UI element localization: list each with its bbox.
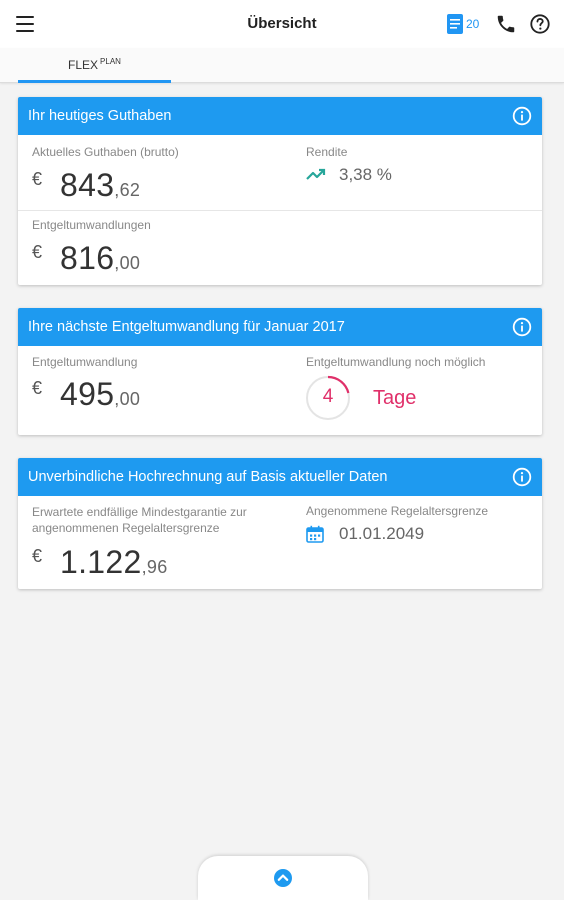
calendar-icon xyxy=(306,525,324,543)
balance-amount-decimal: ,62 xyxy=(114,180,141,200)
card-title: Unverbindliche Hochrechnung auf Basis ak… xyxy=(28,469,388,485)
guarantee-amount-integer: 1.122 xyxy=(60,544,142,580)
document-icon xyxy=(447,14,463,34)
info-circle-icon[interactable] xyxy=(512,467,532,487)
conversion-label: Entgeltumwandlung xyxy=(32,355,138,369)
chevron-up-circle-icon xyxy=(274,869,292,887)
guarantee-label: Erwartete endfällige Mindestgarantie zur… xyxy=(32,504,247,536)
guarantee-amount: 1.122,96 xyxy=(60,544,168,581)
divider xyxy=(18,210,542,211)
phone-icon[interactable] xyxy=(495,13,517,35)
conversions-amount: 816,00 xyxy=(60,240,140,277)
retirement-age-label: Angenommene Regelaltersgrenze xyxy=(306,504,489,518)
help-circle-icon[interactable] xyxy=(529,13,551,35)
tab-label-superscript: PLAN xyxy=(100,57,121,66)
next-conversion-card: Ihre nächste Entgeltumwandlung für Janua… xyxy=(18,308,542,435)
guarantee-label-line-2: angenommenen Regelaltersgrenze xyxy=(32,521,220,535)
guarantee-amount-decimal: ,96 xyxy=(141,557,168,577)
conversion-amount-integer: 495 xyxy=(60,376,115,412)
card-header: Ihre nächste Entgeltumwandlung für Janua… xyxy=(18,308,542,346)
documents-count-badge: 20 xyxy=(466,17,480,31)
tab-bar: FLEX PLAN xyxy=(0,48,564,83)
days-remaining-unit: Tage xyxy=(373,387,417,409)
tab-label: FLEX xyxy=(68,58,99,72)
currency-symbol: € xyxy=(32,242,43,262)
card-title: Ihre nächste Entgeltumwandlung für Janua… xyxy=(28,319,345,335)
hamburger-menu-icon[interactable] xyxy=(14,14,36,34)
balance-amount: 843,62 xyxy=(60,167,140,204)
conversion-amount: 495,00 xyxy=(60,376,140,413)
documents-button[interactable]: 20 xyxy=(446,12,479,36)
info-circle-icon[interactable] xyxy=(512,106,532,126)
top-app-bar: Übersicht 20 xyxy=(0,0,564,48)
bottom-expand-tab[interactable] xyxy=(198,856,368,900)
currency-symbol: € xyxy=(32,546,43,566)
active-tab-indicator xyxy=(18,80,171,83)
conversion-amount-decimal: ,00 xyxy=(114,389,141,409)
retirement-date: 01.01.2049 xyxy=(339,524,425,543)
conversions-amount-decimal: ,00 xyxy=(114,253,141,273)
conversions-amount-integer: 816 xyxy=(60,240,115,276)
currency-symbol: € xyxy=(32,378,43,398)
page-title: Übersicht xyxy=(247,15,317,32)
card-header: Ihr heutiges Guthaben xyxy=(18,97,542,135)
days-remaining-value: 4 xyxy=(322,386,334,407)
yield-label: Rendite xyxy=(306,145,348,159)
info-circle-icon[interactable] xyxy=(512,317,532,337)
yield-value: 3,38 % xyxy=(339,165,392,184)
guarantee-label-line-1: Erwartete endfällige Mindestgarantie zur xyxy=(32,505,247,519)
conversion-possible-label: Entgeltumwandlung noch möglich xyxy=(306,355,486,369)
balance-label: Aktuelles Guthaben (brutto) xyxy=(32,145,179,159)
conversions-label: Entgeltumwandlungen xyxy=(32,218,151,232)
balance-amount-integer: 843 xyxy=(60,167,115,203)
trending-up-icon xyxy=(306,168,326,180)
card-header: Unverbindliche Hochrechnung auf Basis ak… xyxy=(18,458,542,496)
current-balance-card: Ihr heutiges Guthaben Aktuelles Guthaben… xyxy=(18,97,542,285)
currency-symbol: € xyxy=(32,169,43,189)
projection-card: Unverbindliche Hochrechnung auf Basis ak… xyxy=(18,458,542,589)
tab-flex-plan[interactable]: FLEX PLAN xyxy=(18,48,171,83)
card-title: Ihr heutiges Guthaben xyxy=(28,108,172,124)
